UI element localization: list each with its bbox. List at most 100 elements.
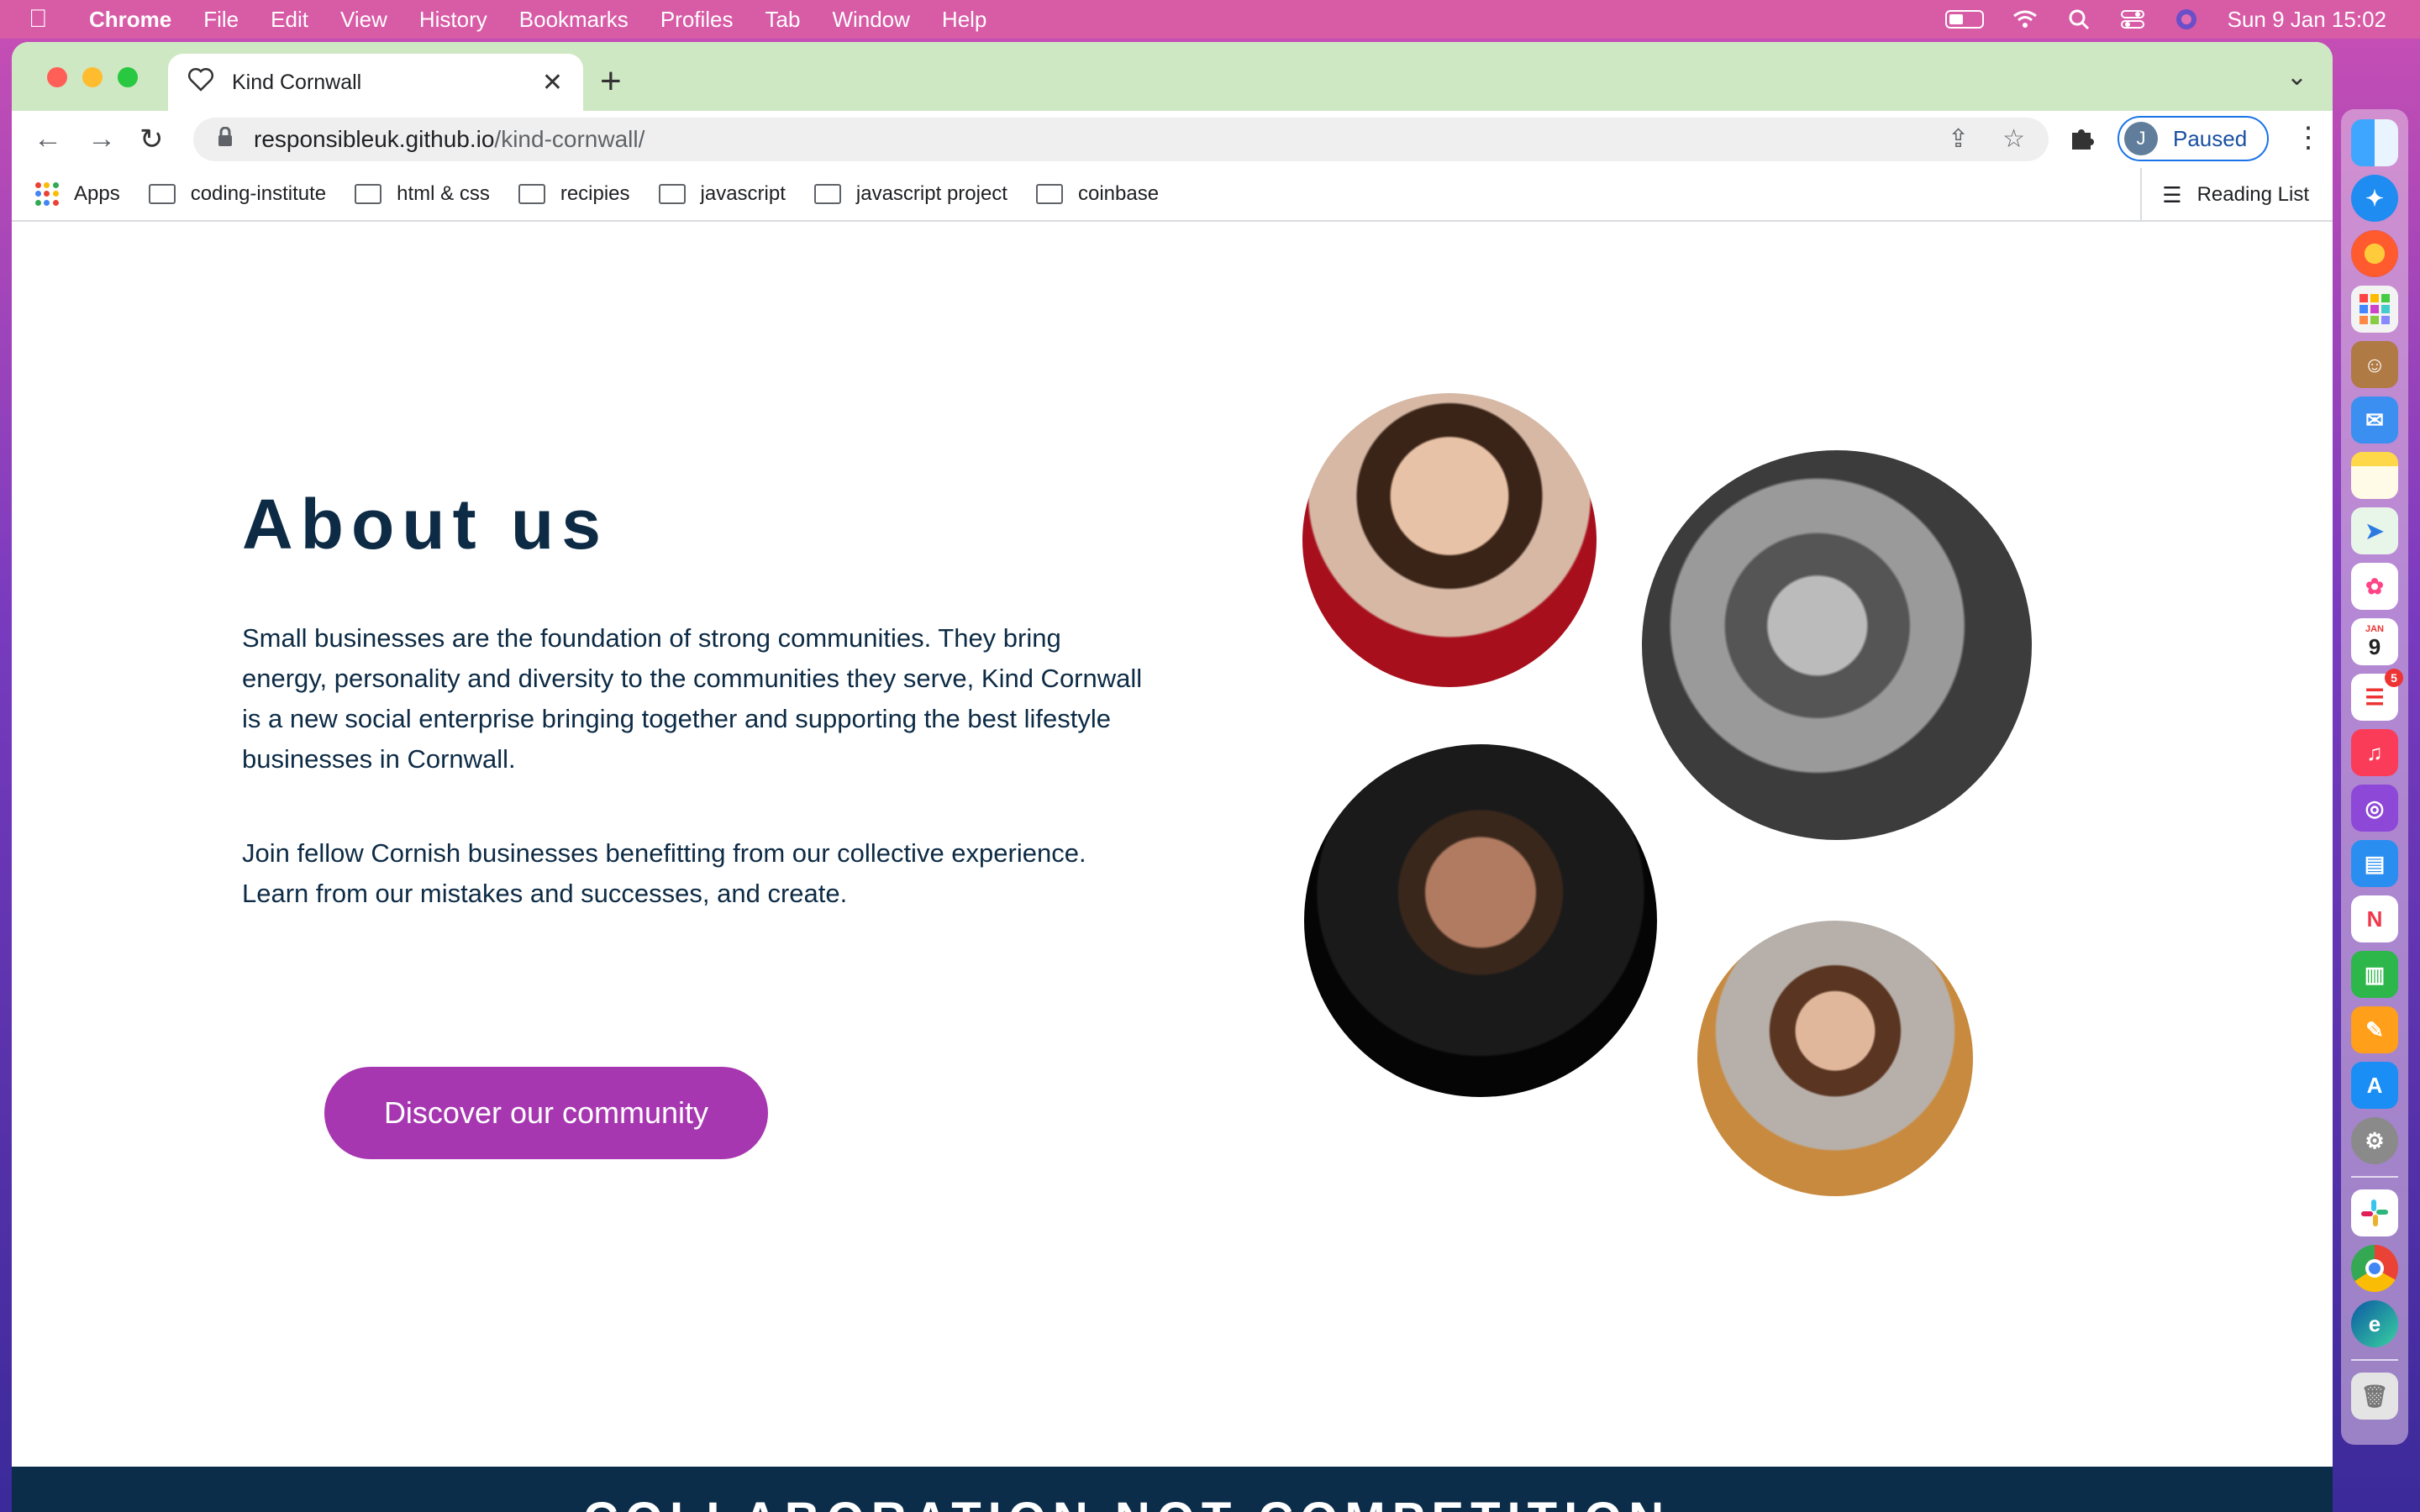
profile-status: Paused bbox=[2173, 125, 2248, 151]
tab-title: Kind Cornwall bbox=[232, 70, 362, 94]
browser-window: Kind Cornwall ✕ + ⌄ ← → ↻ responsibleuk.… bbox=[12, 42, 2333, 1512]
discover-community-button[interactable]: Discover our community bbox=[324, 1067, 768, 1159]
tab-strip: Kind Cornwall ✕ + ⌄ bbox=[12, 42, 2333, 111]
menu-bar:  Chrome File Edit View History Bookmark… bbox=[0, 0, 2420, 39]
bookmark-apps[interactable]: Apps bbox=[35, 182, 120, 206]
apple-icon[interactable]:  bbox=[29, 5, 72, 34]
dock-separator bbox=[2351, 1359, 2398, 1361]
calendar-day: 9 bbox=[2368, 633, 2381, 659]
notes-icon[interactable] bbox=[2351, 452, 2398, 499]
community-photo-two-friends bbox=[1642, 450, 2032, 840]
menu-window[interactable]: Window bbox=[832, 7, 909, 33]
back-arrow-icon[interactable]: ← bbox=[34, 123, 62, 155]
control-center-icon[interactable] bbox=[2120, 7, 2145, 32]
close-window-button[interactable] bbox=[47, 67, 67, 87]
menu-file[interactable]: File bbox=[203, 7, 239, 33]
community-photo-woman-glasses bbox=[1697, 921, 1973, 1196]
menu-history[interactable]: History bbox=[419, 7, 487, 33]
close-tab-icon[interactable]: ✕ bbox=[542, 68, 563, 97]
banner-heading: COLLABORATION NOT COMPETITION bbox=[583, 1492, 1670, 1512]
pages-icon[interactable]: ✎ bbox=[2351, 1006, 2398, 1053]
reading-list-icon: ☰ bbox=[2162, 181, 2182, 207]
trash-icon[interactable]: 🗑 bbox=[2351, 1373, 2398, 1420]
system-preferences-icon[interactable]: ⚙ bbox=[2351, 1117, 2398, 1164]
heart-icon bbox=[187, 67, 218, 97]
new-tab-icon[interactable]: + bbox=[600, 60, 622, 102]
maps-icon[interactable]: ➤ bbox=[2351, 507, 2398, 554]
minimize-window-button[interactable] bbox=[82, 67, 103, 87]
bookmark-folder-javascript-project[interactable]: javascript project bbox=[813, 182, 1007, 206]
bookmark-star-icon[interactable]: ☆ bbox=[2002, 124, 2025, 154]
tab-kind-cornwall[interactable]: Kind Cornwall ✕ bbox=[168, 54, 583, 111]
folder-icon bbox=[813, 184, 841, 204]
app-store-icon[interactable]: A bbox=[2351, 1062, 2398, 1109]
dock-separator bbox=[2351, 1176, 2398, 1178]
keynote-icon[interactable]: ▤ bbox=[2351, 840, 2398, 887]
bookmark-label: javascript bbox=[700, 182, 786, 205]
profile-button[interactable]: J Paused bbox=[2118, 116, 2269, 161]
about-paragraph-1: Small businesses are the foundation of s… bbox=[242, 623, 1143, 774]
numbers-icon[interactable]: ▥ bbox=[2351, 951, 2398, 998]
tab-search-chevron-icon[interactable]: ⌄ bbox=[2286, 62, 2307, 92]
bookmark-label: coinbase bbox=[1077, 182, 1160, 205]
folder-icon bbox=[355, 184, 382, 204]
bookmark-label: Apps bbox=[74, 182, 120, 205]
url-host: responsibleuk.github.io bbox=[254, 126, 495, 152]
bookmark-folder-coding-institute[interactable]: coding-institute bbox=[148, 182, 326, 206]
battery-icon[interactable] bbox=[1944, 10, 1984, 29]
extensions-puzzle-icon[interactable] bbox=[2069, 124, 2096, 158]
firefox-icon[interactable] bbox=[2351, 230, 2398, 277]
bookmarks-bar: Apps coding-institute html & css recipie… bbox=[12, 168, 2333, 222]
bookmark-label: recipies bbox=[560, 182, 630, 205]
bookmark-folder-html-css[interactable]: html & css bbox=[355, 182, 490, 206]
menu-help[interactable]: Help bbox=[942, 7, 986, 33]
photos-icon[interactable]: ✿ bbox=[2351, 563, 2398, 610]
finder-icon[interactable] bbox=[2351, 119, 2398, 166]
menubar-clock[interactable]: Sun 9 Jan 15:02 bbox=[2228, 7, 2386, 33]
siri-icon[interactable] bbox=[2174, 7, 2199, 32]
dock: ✦ ☺ ✉ ➤ ✿ JAN 9 ☰ 5 ♫ ◎ ▤ N ▥ ✎ A ⚙ e 🗑 bbox=[2341, 109, 2408, 1445]
browser-toolbar: ← → ↻ responsibleuk.github.io/kind-cornw… bbox=[12, 111, 2333, 168]
calendar-icon[interactable]: JAN 9 bbox=[2351, 618, 2398, 665]
menu-app-name[interactable]: Chrome bbox=[89, 7, 171, 33]
reload-icon[interactable]: ↻ bbox=[139, 123, 164, 156]
menu-view[interactable]: View bbox=[340, 7, 387, 33]
lock-icon[interactable] bbox=[217, 126, 242, 153]
folder-icon bbox=[658, 184, 686, 204]
podcasts-icon[interactable]: ◎ bbox=[2351, 785, 2398, 832]
menu-edit[interactable]: Edit bbox=[271, 7, 308, 33]
zoom-window-button[interactable] bbox=[118, 67, 138, 87]
launchpad-icon[interactable] bbox=[2351, 286, 2398, 333]
menu-profiles[interactable]: Profiles bbox=[660, 7, 734, 33]
address-bar[interactable]: responsibleuk.github.io/kind-cornwall/ ⇪… bbox=[193, 118, 2049, 161]
page-title: About us bbox=[242, 485, 608, 564]
reminders-badge: 5 bbox=[2385, 669, 2403, 687]
share-icon[interactable]: ⇪ bbox=[1948, 124, 1969, 154]
reminders-icon[interactable]: ☰ 5 bbox=[2351, 669, 2403, 721]
slack-icon[interactable] bbox=[2351, 1189, 2398, 1236]
wifi-icon[interactable] bbox=[2012, 7, 2038, 32]
bookmark-folder-javascript[interactable]: javascript bbox=[658, 182, 786, 206]
forward-arrow-icon[interactable]: → bbox=[87, 123, 116, 155]
safari-icon[interactable]: ✦ bbox=[2351, 175, 2398, 222]
music-icon[interactable]: ♫ bbox=[2351, 729, 2398, 776]
menu-bookmarks[interactable]: Bookmarks bbox=[519, 7, 629, 33]
mail-icon[interactable]: ✉ bbox=[2351, 396, 2398, 444]
bookmark-folder-coinbase[interactable]: coinbase bbox=[1035, 182, 1160, 206]
folder-icon bbox=[1035, 184, 1063, 204]
calendar-month: JAN bbox=[2365, 623, 2384, 634]
edge-icon[interactable]: e bbox=[2351, 1300, 2398, 1347]
news-icon[interactable]: N bbox=[2351, 895, 2398, 942]
more-menu-icon[interactable]: ⋮ bbox=[2294, 121, 2323, 155]
reading-list-button[interactable]: ☰ Reading List bbox=[2140, 168, 2309, 222]
menu-tab[interactable]: Tab bbox=[765, 7, 801, 33]
contacts-icon[interactable]: ☺ bbox=[2351, 341, 2398, 388]
about-paragraph-2: Join fellow Cornish businesses benefitti… bbox=[242, 838, 1086, 908]
collaboration-banner: COLLABORATION NOT COMPETITION bbox=[12, 1467, 2333, 1512]
bookmark-folder-recipies[interactable]: recipies bbox=[518, 182, 630, 206]
page-content: About us Small businesses are the founda… bbox=[12, 225, 2333, 1512]
spotlight-search-icon[interactable] bbox=[2066, 7, 2091, 32]
folder-icon bbox=[518, 184, 545, 204]
chrome-icon[interactable] bbox=[2351, 1245, 2398, 1292]
window-controls bbox=[47, 67, 138, 87]
